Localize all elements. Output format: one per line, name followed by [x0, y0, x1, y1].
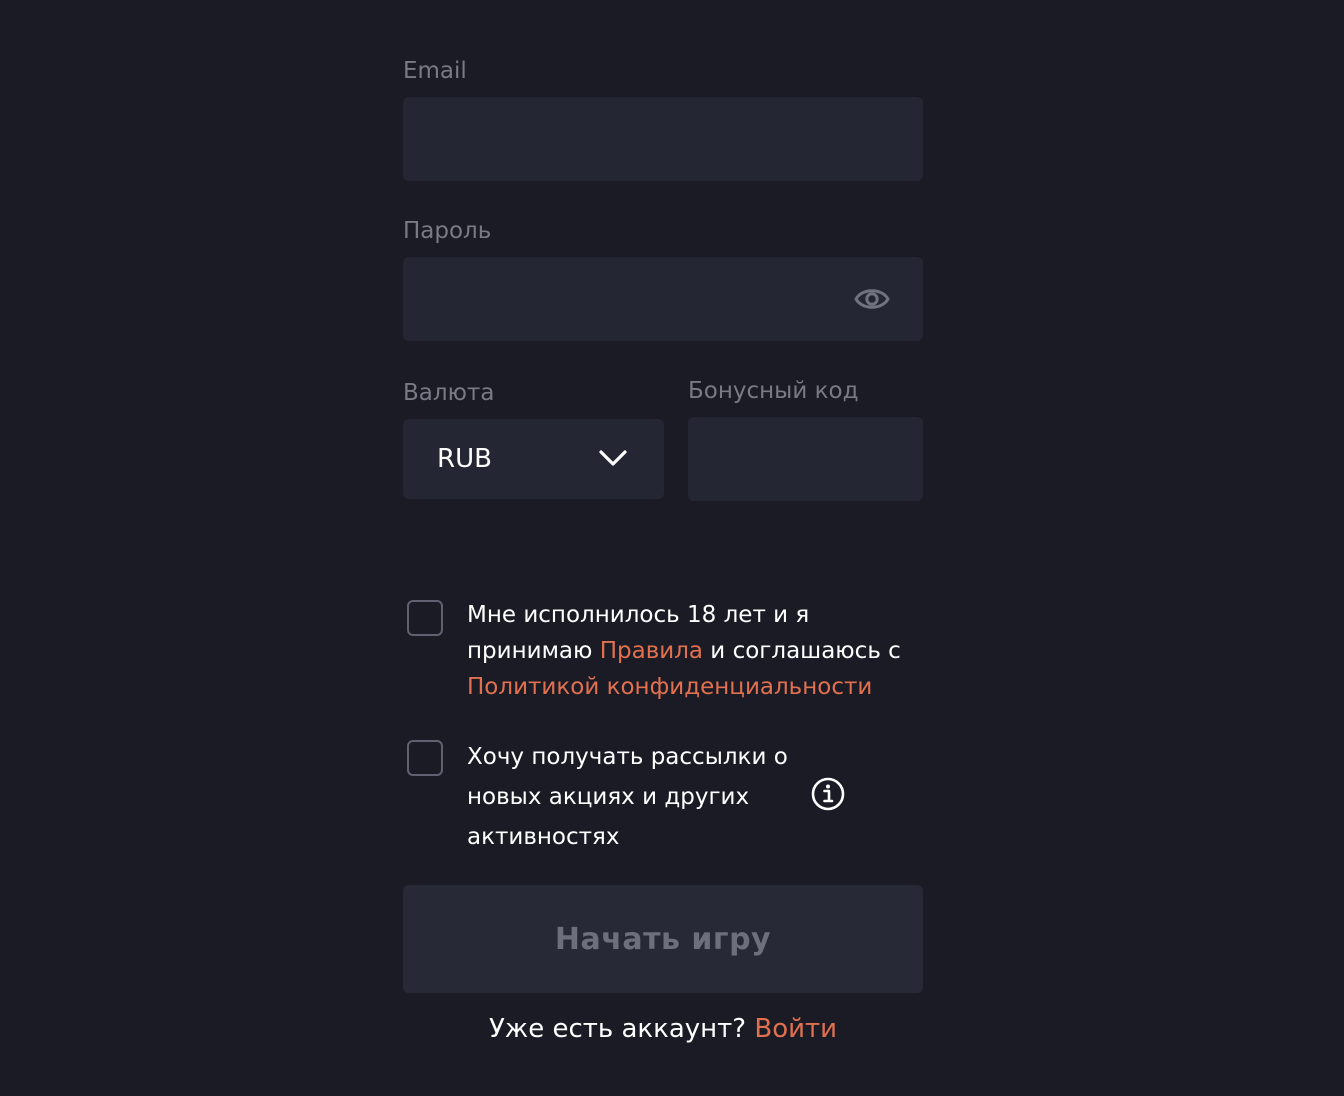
email-field[interactable]	[403, 97, 923, 181]
currency-label: Валюта	[403, 380, 495, 406]
bonus-code-label: Бонусный код	[688, 378, 859, 404]
email-field-container	[403, 97, 923, 181]
newsletter-text: Хочу получать рассылки о новых акциях и …	[467, 744, 788, 850]
start-game-button-label: Начать игру	[554, 921, 772, 957]
currency-selected-value: RUB	[437, 444, 492, 474]
login-link[interactable]: Войти	[754, 1014, 837, 1044]
info-icon	[811, 777, 845, 811]
agree-terms-text: Мне исполнилось 18 лет и я принимаю Прав…	[467, 597, 923, 705]
start-game-button[interactable]: Начать игру	[403, 885, 923, 993]
rules-link[interactable]: Правила	[600, 638, 703, 664]
password-field[interactable]	[403, 257, 923, 341]
login-prompt-text: Уже есть аккаунт?	[488, 1014, 747, 1044]
password-label: Пароль	[403, 218, 492, 244]
currency-select[interactable]: RUB	[403, 419, 664, 499]
eye-icon	[854, 289, 890, 309]
chevron-down-icon	[599, 450, 627, 466]
newsletter-checkbox[interactable]	[407, 740, 443, 776]
show-password-toggle[interactable]	[854, 281, 890, 317]
email-label: Email	[403, 58, 467, 84]
privacy-policy-link[interactable]: Политикой конфиденциальности	[467, 674, 872, 700]
bonus-code-field-container	[688, 417, 923, 501]
newsletter-info-button[interactable]	[810, 776, 846, 812]
agree-terms-text-middle: и соглашаюсь с	[703, 638, 901, 664]
bonus-code-field[interactable]	[688, 417, 923, 501]
login-prompt-line: Уже есть аккаунт? Войти	[403, 1013, 923, 1045]
agree-terms-checkbox[interactable]	[407, 600, 443, 636]
password-field-container	[403, 257, 923, 341]
